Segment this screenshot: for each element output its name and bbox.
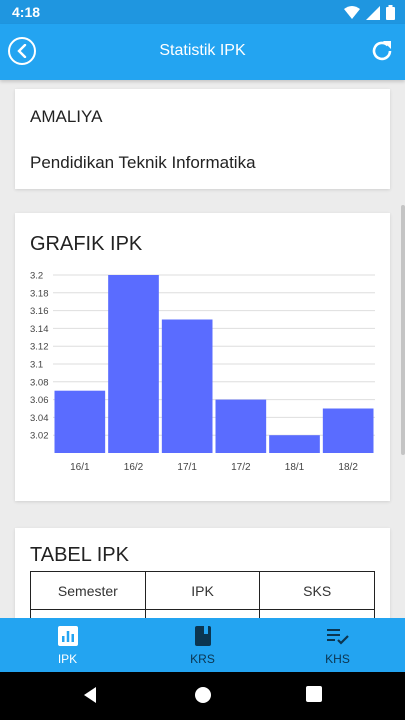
- battery-icon: [386, 5, 395, 20]
- x-tick-label: 18/1: [285, 462, 305, 473]
- y-tick-label: 3.16: [30, 306, 49, 317]
- student-name: AMALIYA: [30, 107, 103, 126]
- system-nav-bar: [0, 672, 405, 720]
- bar-17-2: [215, 399, 267, 453]
- signal-icon: [366, 5, 380, 20]
- table-header-row: Semester IPK SKS: [30, 571, 375, 610]
- study-program: Pendidikan Teknik Informatika: [30, 153, 256, 172]
- nav-item-krs[interactable]: KRS: [135, 618, 270, 672]
- ipk-bar-chart: 3.2 3.18 3.16 3.14 3.12 3.1 3.08 3.06 3.04 3.02 16…: [30, 271, 375, 473]
- table-header-ipk: IPK: [144, 571, 261, 610]
- x-tick-label: 16/2: [124, 462, 144, 473]
- y-tick-label: 3.08: [30, 377, 49, 388]
- status-icons: [344, 5, 395, 20]
- bar-chart-icon: [57, 625, 78, 646]
- nav-label-ipk: IPK: [57, 651, 78, 666]
- wifi-icon: [344, 5, 360, 19]
- nav-item-khs[interactable]: KHS: [270, 618, 405, 672]
- y-tick-label: 3.12: [30, 342, 49, 353]
- x-tick-label: 16/1: [70, 462, 90, 473]
- bar-16-2: [108, 275, 159, 453]
- nav-label-krs: KRS: [190, 651, 215, 666]
- profile-card: AMALIYA Pendidikan Teknik Informatika: [15, 89, 390, 189]
- system-recents-icon[interactable]: [306, 686, 322, 702]
- status-time: 4:18: [12, 4, 41, 20]
- x-tick-label: 17/2: [231, 462, 251, 473]
- y-tick-label: 3.1: [30, 360, 43, 371]
- bar-17-1: [161, 319, 213, 453]
- table-header-semester: Semester: [30, 571, 146, 610]
- x-tick-label: 18/2: [338, 462, 358, 473]
- scrollbar[interactable]: [401, 205, 405, 455]
- app-bar: Statistik IPK: [0, 24, 405, 80]
- bar-18-2: [322, 408, 374, 453]
- bottom-nav: IPK KRS KHS: [0, 618, 405, 672]
- book-icon: [194, 625, 211, 646]
- system-home-icon[interactable]: [194, 686, 212, 704]
- y-tick-label: 3.2: [30, 271, 43, 282]
- table-title: TABEL IPK: [30, 544, 129, 566]
- page-title: Statistik IPK: [159, 42, 246, 59]
- x-tick-label: 17/1: [177, 462, 197, 473]
- y-tick-label: 3.04: [30, 413, 49, 424]
- chart-card: GRAFIK IPK 3.2 3.18 3.16 3.14 3.12 3.1 3.08 3.0…: [15, 213, 390, 501]
- checklist-icon: [326, 628, 349, 645]
- status-bar: 4:18: [0, 0, 405, 24]
- table-header-sks: SKS: [259, 571, 375, 610]
- nav-item-ipk[interactable]: IPK: [0, 618, 135, 672]
- y-tick-label: 3.06: [30, 395, 49, 406]
- y-tick-label: 3.02: [30, 431, 49, 442]
- y-tick-label: 3.14: [30, 324, 49, 335]
- y-tick-label: 3.18: [30, 288, 49, 299]
- system-back-icon[interactable]: [82, 686, 98, 704]
- refresh-icon[interactable]: [369, 38, 395, 64]
- nav-label-khs: KHS: [325, 651, 350, 666]
- bar-18-1: [269, 435, 320, 453]
- bar-16-1: [54, 390, 106, 453]
